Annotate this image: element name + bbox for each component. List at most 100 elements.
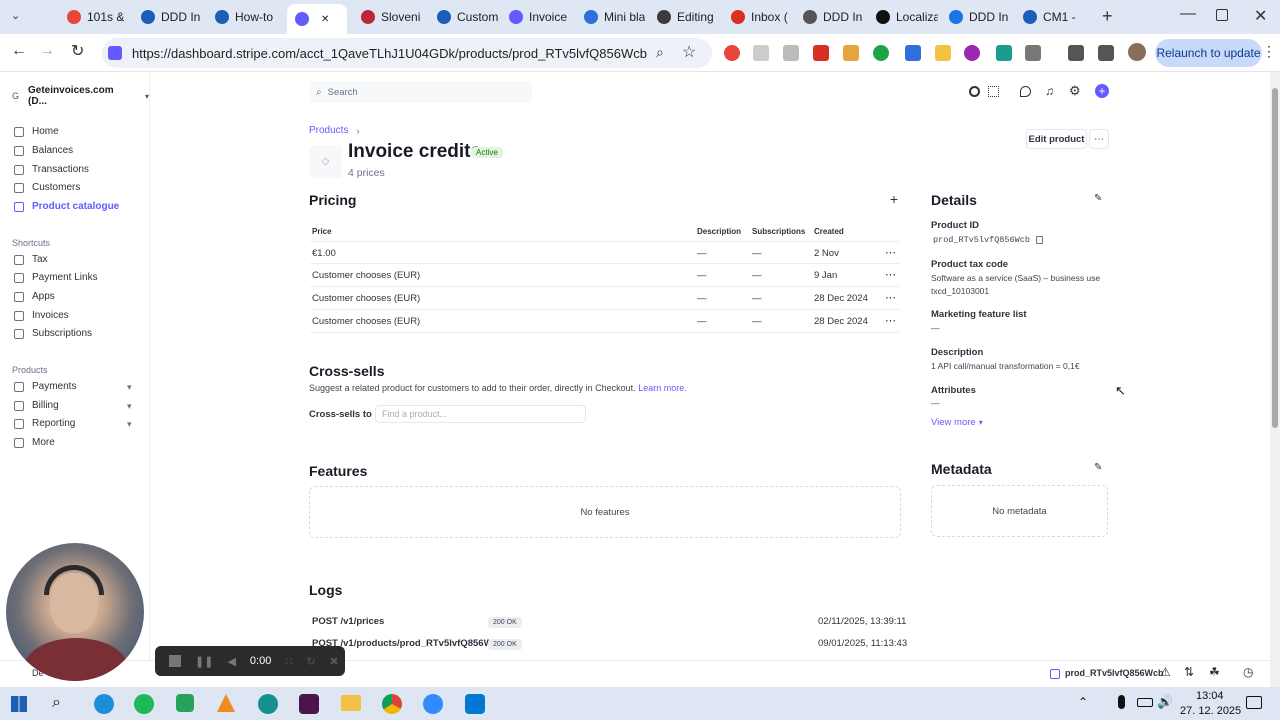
browser-tab[interactable]: Inbox ( — [731, 5, 793, 29]
view-more-link[interactable]: View more ▾ — [931, 417, 983, 428]
browser-tab[interactable]: DDD In — [141, 5, 203, 29]
sidebar-item-more[interactable]: More — [14, 437, 55, 448]
sort-arrows-icon[interactable]: ⇅ — [1184, 665, 1194, 679]
slack-icon[interactable] — [299, 694, 319, 714]
grid-icon[interactable]: ∷ — [285, 655, 292, 668]
search-bar[interactable]: ⌕ Search — [310, 81, 532, 103]
browser-tab[interactable]: CM1 - — [1023, 5, 1085, 29]
file-explorer-icon[interactable] — [341, 695, 361, 711]
warning-icon[interactable]: ⚠ — [1160, 665, 1171, 679]
price-cell-price[interactable]: Customer chooses (EUR) — [312, 270, 420, 281]
browser-tab[interactable]: Sloveni — [361, 5, 423, 29]
chevron-down-icon[interactable]: ▾ — [127, 401, 132, 412]
sidebar-item-billing[interactable]: Billing — [14, 400, 59, 411]
address-bar[interactable]: https://dashboard.stripe.com/acct_1QaveT… — [102, 38, 712, 68]
vlc-icon[interactable] — [217, 694, 235, 712]
browser-tab[interactable]: 101s & — [67, 5, 129, 29]
account-switcher[interactable]: G Geteinvoices.com (D... ▾ — [12, 85, 149, 107]
row-more-icon[interactable]: ⋯ — [885, 268, 896, 281]
learn-more-link[interactable]: Learn more. — [638, 383, 687, 393]
spotify-icon[interactable] — [134, 694, 154, 714]
stop-record-button[interactable] — [169, 655, 181, 667]
sidebar-item-customers[interactable]: Customers — [14, 182, 80, 193]
copy-icon[interactable] — [1035, 236, 1043, 244]
notify-extension-icon[interactable] — [996, 45, 1012, 61]
forward-icon[interactable]: → — [39, 42, 55, 60]
sidebar-item-reporting[interactable]: Reporting — [14, 418, 75, 429]
extensions-puzzle-icon[interactable] — [1025, 45, 1041, 61]
browser-tab[interactable]: Invoice — [509, 5, 571, 29]
more-actions-button[interactable]: ⋯ — [1089, 129, 1109, 149]
sidebar-item-product-catalogue[interactable]: Product catalogue — [14, 201, 119, 212]
windows-start-icon[interactable] — [11, 696, 27, 712]
sidebar-item-payment-links[interactable]: Payment Links — [14, 272, 98, 283]
close-tab-icon[interactable]: ✕ — [321, 14, 329, 25]
browser-tab[interactable]: DDD In — [949, 5, 1011, 29]
browser-tab[interactable]: Localiza — [876, 5, 938, 29]
battery-icon[interactable] — [1137, 698, 1153, 707]
zoom-search-icon[interactable]: ⌕ — [656, 44, 664, 61]
pdf-extension-icon[interactable] — [813, 45, 829, 61]
text-extension-icon[interactable] — [753, 45, 769, 61]
relaunch-to-update-button[interactable]: Relaunch to update — [1155, 39, 1262, 67]
edge-icon[interactable] — [94, 694, 114, 714]
create-plus-icon[interactable]: + — [1095, 84, 1109, 98]
sidebar-item-tax[interactable]: Tax — [14, 254, 48, 265]
restore-button[interactable] — [1216, 9, 1228, 21]
sidebar-item-subscriptions[interactable]: Subscriptions — [14, 328, 92, 339]
back-icon[interactable]: ← — [11, 42, 27, 60]
breadcrumb-products-link[interactable]: Products — [309, 125, 348, 136]
chevron-down-icon[interactable]: ▾ — [127, 382, 132, 393]
chrome-icon[interactable] — [382, 694, 402, 714]
sidebar-item-transactions[interactable]: Transactions — [14, 164, 89, 175]
sidebar-item-home[interactable]: Home — [14, 126, 59, 137]
apps-grid-icon[interactable] — [988, 86, 999, 97]
developer-tools-icon[interactable]: ☘ — [1209, 665, 1220, 679]
edit-metadata-pencil-icon[interactable]: ✎ — [1094, 462, 1102, 473]
row-more-icon[interactable]: ⋯ — [885, 314, 896, 327]
reload-icon[interactable]: ↻ — [71, 41, 84, 61]
price-cell-price[interactable]: Customer chooses (EUR) — [312, 293, 420, 304]
notification-center-icon[interactable] — [1246, 696, 1262, 709]
redo-icon[interactable]: ↻ — [306, 655, 315, 668]
tab-search-chevron-icon[interactable]: ⌄ — [11, 9, 20, 22]
taskbar-search-icon[interactable]: ⌕ — [52, 694, 61, 712]
help-circle-icon[interactable] — [969, 86, 980, 97]
edit-details-pencil-icon[interactable]: ✎ — [1094, 193, 1102, 204]
zoom-icon[interactable] — [423, 694, 443, 714]
add-price-button[interactable]: + — [887, 192, 901, 206]
multicolor-extension-icon[interactable] — [905, 45, 921, 61]
check-extension-icon[interactable] — [873, 45, 889, 61]
camera-extension-icon[interactable] — [783, 45, 799, 61]
page-scrollbar[interactable] — [1270, 72, 1280, 687]
browser-tab[interactable]: How-to — [215, 5, 277, 29]
browser-tab[interactable]: Mini bla — [584, 5, 646, 29]
edit-product-button[interactable]: Edit product — [1026, 129, 1087, 149]
chat-help-icon[interactable] — [1020, 86, 1031, 97]
pause-icon[interactable]: ❚❚ — [195, 655, 213, 668]
price-cell-price[interactable]: Customer chooses (EUR) — [312, 316, 420, 327]
teal-app-icon[interactable] — [258, 694, 278, 714]
circle-extension-icon[interactable] — [964, 45, 980, 61]
browser-tab[interactable]: Editing — [657, 5, 719, 29]
find-product-input[interactable]: Find a product... — [375, 405, 586, 423]
blue-app-icon[interactable] — [465, 694, 485, 714]
close-window-button[interactable]: ✕ — [1254, 6, 1267, 26]
settings-gear-icon[interactable]: ⚙ — [1069, 83, 1081, 99]
tray-chevron-icon[interactable]: ⌃ — [1078, 695, 1088, 709]
sidebar-item-apps[interactable]: Apps — [14, 291, 55, 302]
palette-extension-icon[interactable] — [935, 45, 951, 61]
minimize-button[interactable]: — — [1180, 5, 1196, 23]
price-cell-price[interactable]: €1.00 — [312, 248, 336, 259]
history-clock-icon[interactable]: ◷ — [1243, 665, 1253, 679]
sidebar-item-balances[interactable]: Balances — [14, 145, 73, 156]
sidebar-item-payments[interactable]: Payments — [14, 381, 76, 392]
scrollbar-thumb[interactable] — [1272, 88, 1278, 428]
site-info-icon[interactable] — [108, 46, 122, 60]
app-green-icon[interactable] — [176, 694, 194, 712]
mute-icon[interactable]: ◀ — [227, 655, 235, 668]
bug-extension-icon[interactable] — [843, 45, 859, 61]
browser-tab[interactable]: DDD In — [803, 5, 865, 29]
browser-tab[interactable]: Custom — [437, 5, 499, 29]
browser-tab[interactable]: ✕ — [287, 4, 347, 34]
